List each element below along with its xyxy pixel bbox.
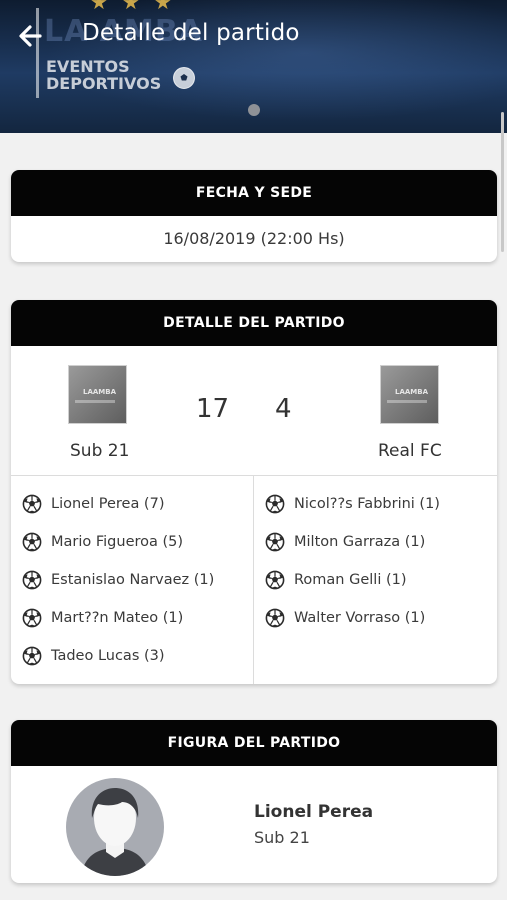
logo-line-2: DEPORTIVOS	[46, 74, 162, 93]
soccer-ball-icon	[265, 570, 294, 590]
match-detail-card: DETALLE DEL PARTIDO LAAMBA LAAMBA Lionel…	[11, 300, 497, 684]
scorer-name: Lionel Perea (7)	[51, 496, 165, 512]
soccer-ball-icon	[22, 532, 51, 552]
scorer-name: Walter Vorraso (1)	[294, 610, 426, 626]
avatar	[66, 778, 164, 876]
soccer-ball-icon	[22, 494, 51, 514]
match-date: 16/08/2019 (22:00 Hs)	[163, 229, 345, 248]
date-venue-card: FECHA Y SEDE 16/08/2019 (22:00 Hs)	[11, 170, 497, 262]
page-title: Detalle del partido	[82, 20, 300, 46]
soccer-ball-icon	[265, 494, 294, 514]
scorer-name: Milton Garraza (1)	[294, 534, 426, 550]
logo-text: EVENTOS DEPORTIVOS	[46, 58, 161, 92]
column-divider	[253, 476, 254, 684]
date-venue-heading: FECHA Y SEDE	[11, 170, 497, 216]
scorer-item: Walter Vorraso (1)	[265, 607, 425, 629]
scorer-name: Tadeo Lucas (3)	[51, 648, 165, 664]
player-of-match-team: Sub 21	[254, 828, 310, 847]
header-banner: ★★★ LA AMBA EVENTOS DEPORTIVOS Detalle d…	[0, 0, 507, 133]
carousel-dot[interactable]	[248, 104, 260, 116]
scorer-item: Milton Garraza (1)	[265, 531, 425, 553]
away-team-logo: LAAMBA	[380, 365, 439, 424]
avatar-icon	[81, 788, 149, 876]
scorer-name: Estanislao Narvaez (1)	[51, 572, 215, 588]
player-of-match-name: Lionel Perea	[254, 802, 374, 822]
scorer-name: Roman Gelli (1)	[294, 572, 407, 588]
back-arrow-icon	[19, 25, 42, 47]
player-of-match-card: FIGURA DEL PARTIDO Lionel Perea Sub 21	[11, 720, 497, 883]
scorer-name: Mart??n Mateo (1)	[51, 610, 184, 626]
scrollbar[interactable]	[501, 112, 504, 252]
scorers-section: Lionel Perea (7) Mario Figueroa (5) Estani…	[11, 476, 497, 684]
back-button[interactable]	[14, 20, 46, 52]
player-of-match-heading: FIGURA DEL PARTIDO	[11, 720, 497, 766]
scorer-item: Tadeo Lucas (3)	[22, 645, 165, 667]
logo-ball-icon	[173, 67, 195, 89]
scorer-item: Estanislao Narvaez (1)	[22, 569, 214, 591]
soccer-ball-icon	[265, 532, 294, 552]
soccer-ball-icon	[265, 608, 294, 628]
scorer-name: Mario Figueroa (5)	[51, 534, 184, 550]
soccer-ball-icon	[22, 570, 51, 590]
match-detail-heading: DETALLE DEL PARTIDO	[11, 300, 497, 346]
soccer-ball-icon	[22, 646, 51, 666]
scorer-item: Mart??n Mateo (1)	[22, 607, 183, 629]
home-team-logo: LAAMBA	[68, 365, 127, 424]
scorer-item: Mario Figueroa (5)	[22, 531, 183, 553]
soccer-ball-icon	[22, 608, 51, 628]
scorer-item: Lionel Perea (7)	[22, 493, 164, 515]
logo-line-1: EVENTOS	[46, 57, 130, 76]
scorer-item: Roman Gelli (1)	[265, 569, 407, 591]
teams-row: LAAMBA LAAMBA	[11, 346, 497, 476]
scorer-name: Nicol??s Fabbrini (1)	[294, 496, 440, 512]
logo-stars: ★★★	[90, 0, 186, 14]
scorer-item: Nicol??s Fabbrini (1)	[265, 493, 440, 515]
